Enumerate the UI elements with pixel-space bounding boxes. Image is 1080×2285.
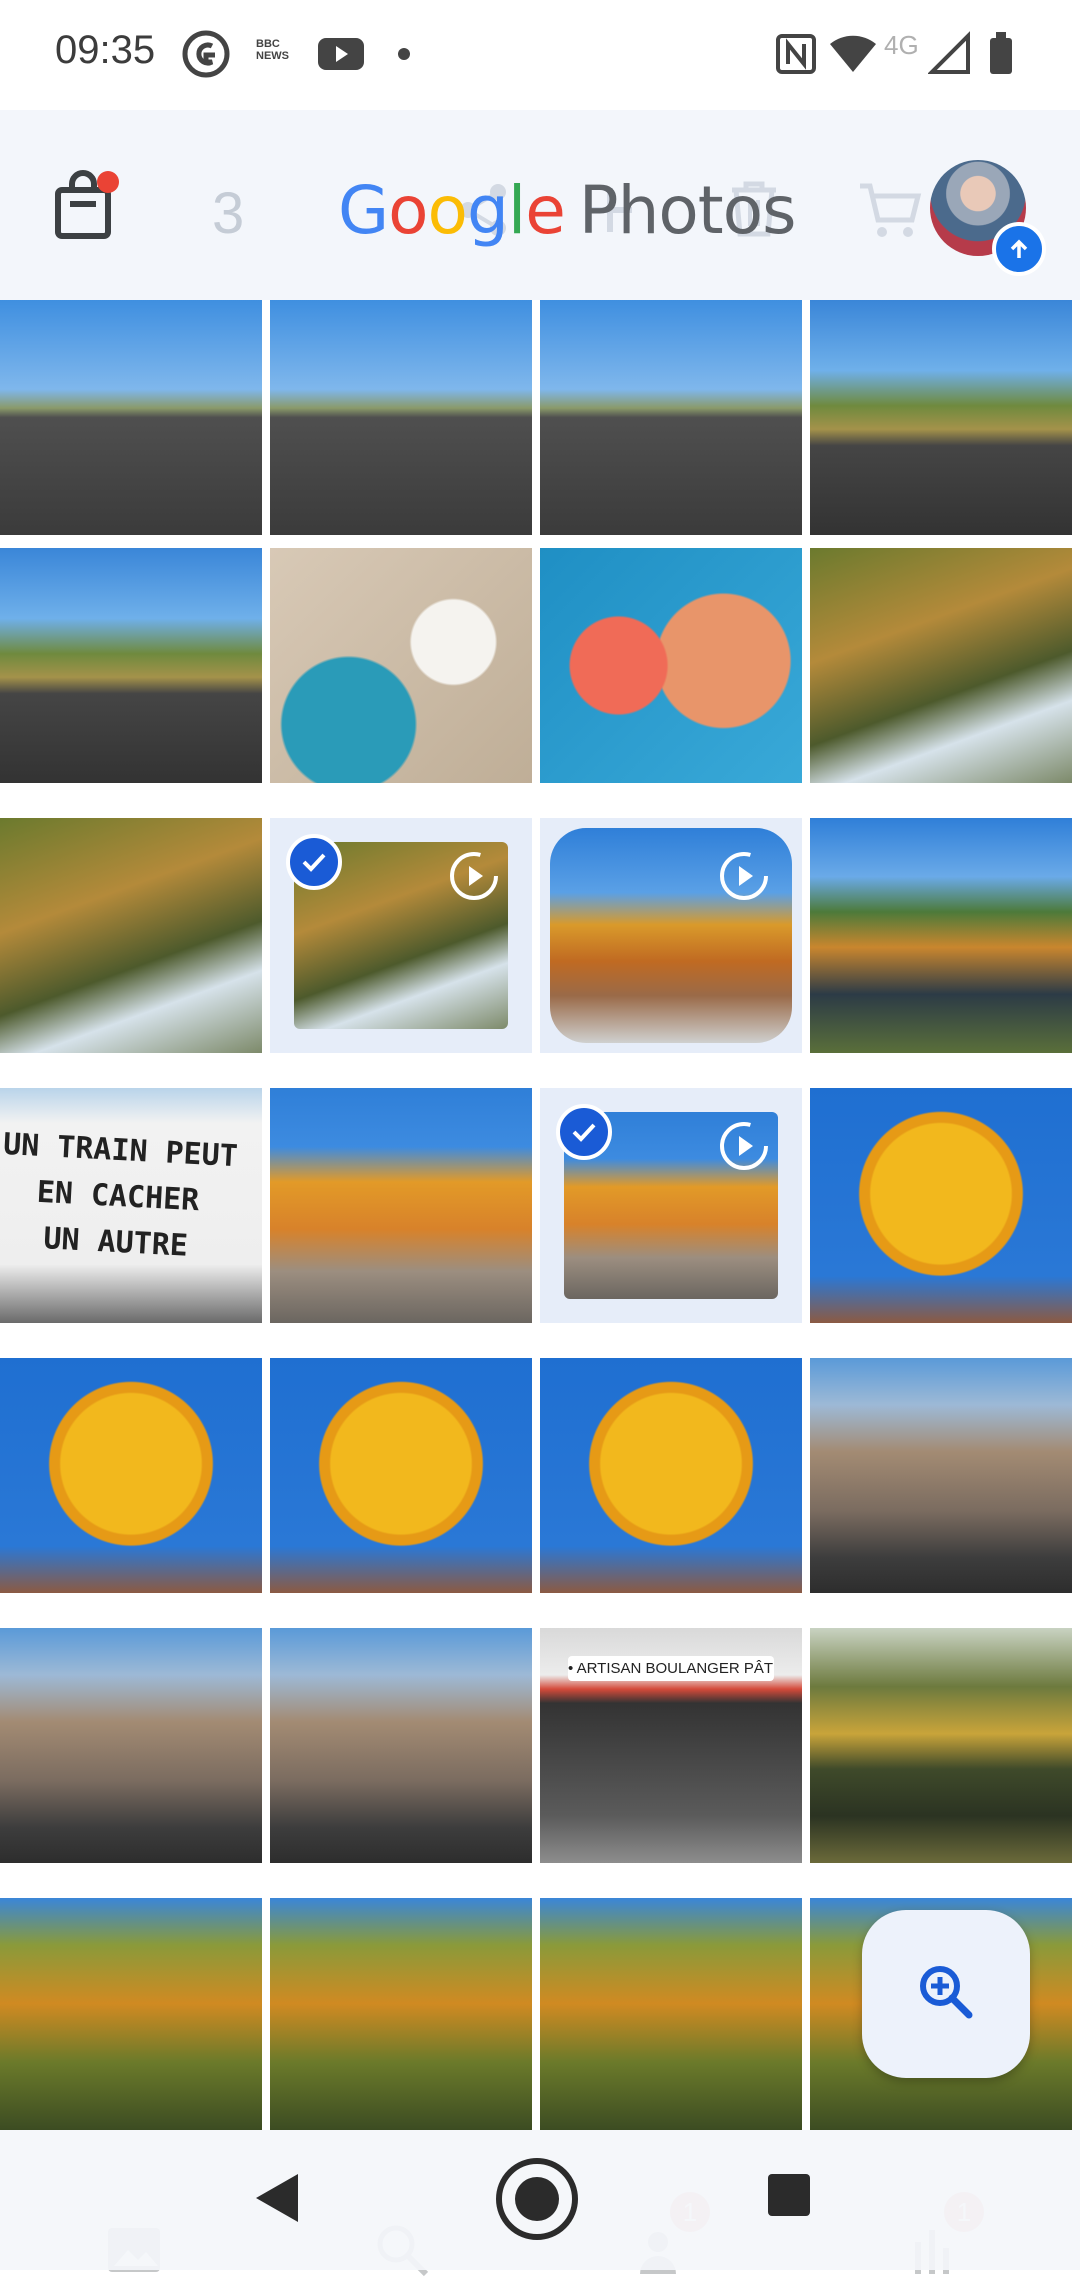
logo-photos: Photos [578,171,797,249]
photo-thumbnail[interactable] [270,1358,532,1593]
video-play-icon [716,1118,772,1174]
recents-icon[interactable] [766,2172,812,2223]
youtube-icon [316,30,364,78]
thumbnail-image [540,1358,802,1593]
app-bar: 3 Google Photos [0,110,1080,300]
backup-upload-icon [992,222,1046,276]
selected-check-icon[interactable] [556,1104,612,1160]
thumbnail-image [270,300,532,535]
photo-thumbnail[interactable] [0,548,262,783]
cart-icon[interactable] [858,180,922,245]
avatar[interactable] [930,160,1046,276]
shopping-bag-icon[interactable] [52,168,122,249]
thumbnail-image [0,1898,262,2133]
thumbnail-image [270,1088,532,1323]
status-time: 09:35 [55,28,156,72]
thumbnail-image [0,1358,262,1593]
thumbnail-image [0,300,262,535]
thumbnail-image [810,300,1072,535]
bakery-sign: • ARTISAN BOULANGER PÂTISSIER • [568,1656,774,1681]
selected-count: 3 [212,181,245,246]
battery-icon [986,30,1034,78]
photo-thumbnail[interactable] [0,1898,262,2133]
video-play-icon [716,848,772,904]
signal-icon [927,30,976,78]
video-thumbnail[interactable] [540,818,802,1053]
thumbnail-image [270,1358,532,1593]
photo-thumbnail[interactable] [0,1358,262,1593]
thumbnail-image [810,548,1072,783]
thumbnail-image [810,1628,1072,1863]
video-thumbnail[interactable] [540,1088,802,1323]
photo-thumbnail[interactable] [270,1628,532,1863]
photo-grid[interactable]: UN TRAIN PEUT EN CACHER UN AUTRE • ARTISAN … [0,300,1080,2180]
thumbnail-image [540,548,802,783]
video-thumbnail[interactable] [270,818,532,1053]
photo-thumbnail[interactable] [810,1628,1072,1863]
video-play-icon [446,848,502,904]
bbc-news-icon: BBC NEWS [256,38,289,62]
thumbnail-image [0,1628,262,1863]
photo-thumbnail[interactable]: • ARTISAN BOULANGER PÂTISSIER • [540,1628,802,1863]
thumbnail-image [810,1088,1072,1323]
thumbnail-image [270,1628,532,1863]
photo-thumbnail[interactable] [270,1088,532,1323]
thumbnail-image [270,1898,532,2133]
thumbnail-image [810,1358,1072,1593]
thumbnail-image [0,818,262,1053]
photo-thumbnail[interactable] [0,300,262,535]
photo-thumbnail[interactable] [810,548,1072,783]
photo-thumbnail[interactable]: UN TRAIN PEUT EN CACHER UN AUTRE [0,1088,262,1323]
sign-text: UN TRAIN PEUT EN CACHER UN AUTRE [0,1122,239,1272]
photo-thumbnail[interactable] [540,548,802,783]
nfc-icon [772,30,820,78]
home-icon[interactable] [494,2156,580,2247]
back-icon[interactable] [252,2170,302,2231]
photo-thumbnail[interactable] [0,818,262,1053]
photo-thumbnail[interactable] [270,548,532,783]
google-photos-logo: Google Photos [338,170,797,250]
zoom-button[interactable] [862,1910,1030,2078]
selected-check-icon[interactable] [286,834,342,890]
dot-icon [396,30,444,78]
thumbnail-image [540,300,802,535]
status-bar: 09:35 BBC NEWS 4G [0,0,1080,110]
logo-google: Google [338,171,566,249]
thumbnail-image [540,1898,802,2133]
photo-thumbnail[interactable] [0,1628,262,1863]
photo-thumbnail[interactable] [810,1088,1072,1323]
photo-thumbnail[interactable] [810,818,1072,1053]
wifi-icon [828,30,876,78]
photo-thumbnail[interactable] [810,300,1072,535]
photo-thumbnail[interactable] [270,300,532,535]
system-navigation-bar [0,2130,1080,2270]
zoom-in-icon [916,1962,976,2027]
thumbnail-image [0,548,262,783]
photo-thumbnail[interactable] [540,1358,802,1593]
thumbnail-image [270,548,532,783]
photo-thumbnail[interactable] [540,1898,802,2133]
photo-thumbnail[interactable] [810,1358,1072,1593]
photo-thumbnail[interactable] [540,300,802,535]
photo-thumbnail[interactable] [270,1898,532,2133]
thumbnail-image [810,818,1072,1053]
4g-icon: 4G [884,30,919,60]
grammarly-icon [182,30,230,78]
